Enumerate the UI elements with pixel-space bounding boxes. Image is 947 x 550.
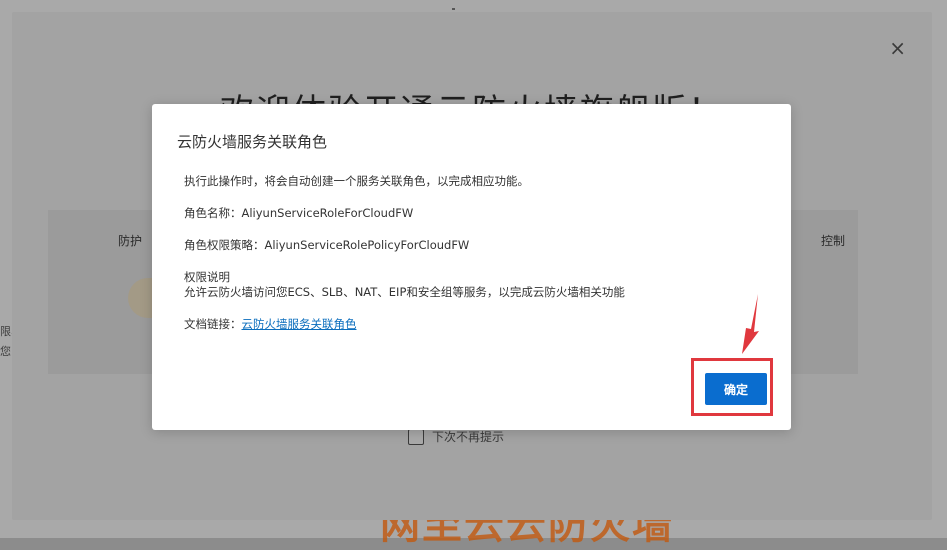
dialog-body: 执行此操作时，将会自动创建一个服务关联角色，以完成相应功能。 角色名称：Aliy… — [184, 174, 764, 349]
dialog-intro: 执行此操作时，将会自动创建一个服务关联角色，以完成相应功能。 — [184, 174, 529, 188]
permission-description: 允许云防火墙访问您ECS、SLB、NAT、EIP和安全组等服务，以完成云防火墙相… — [184, 285, 625, 299]
permission-section: 权限说明 允许云防火墙访问您ECS、SLB、NAT、EIP和安全组等服务，以完成… — [184, 270, 764, 300]
annotation-arrow-icon — [742, 294, 759, 354]
dont-show-again-checkbox[interactable] — [408, 428, 424, 445]
close-icon[interactable]: × — [889, 38, 906, 58]
feature-left-label: 防护 — [118, 234, 143, 248]
dont-show-again-label: 下次不再提示 — [432, 430, 505, 444]
background-mark — [452, 8, 455, 10]
doc-link[interactable]: 云防火墙服务关联角色 — [242, 317, 357, 331]
role-name: 角色名称：AliyunServiceRoleForCloudFW — [184, 206, 414, 220]
dont-show-again-row[interactable]: 下次不再提示 — [408, 428, 504, 445]
doc-label: 文档链接： — [184, 317, 242, 331]
doc-row: 文档链接：云防火墙服务关联角色 — [184, 317, 764, 332]
annotation-highlight-box — [691, 358, 773, 416]
feature-right-label: 控制 — [820, 234, 845, 248]
dialog-title: 云防火墙服务关联角色 — [177, 133, 328, 151]
permission-title: 权限说明 — [184, 270, 230, 284]
role-policy: 角色权限策略：AliyunServiceRolePolicyForCloudFW — [184, 238, 470, 252]
